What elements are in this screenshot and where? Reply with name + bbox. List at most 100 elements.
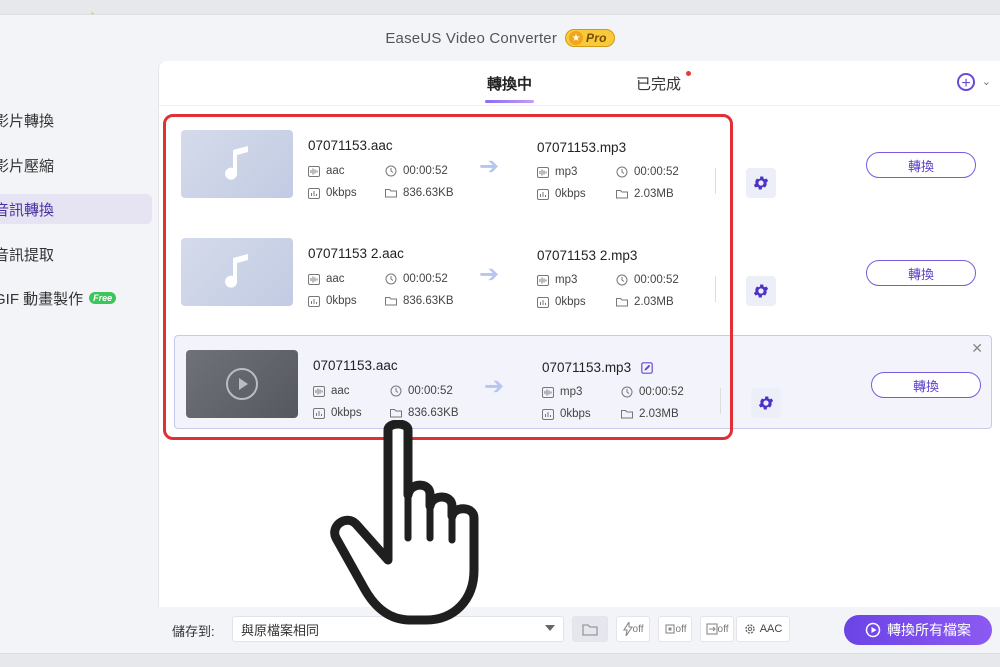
bitrate-value: 0kbps xyxy=(555,296,586,308)
bitrate-icon xyxy=(537,188,549,200)
folder-icon xyxy=(385,296,397,307)
convert-button[interactable]: 轉換 xyxy=(871,372,981,398)
divider xyxy=(715,168,716,194)
duration-value: 00:00:52 xyxy=(408,385,453,397)
folder-icon xyxy=(390,408,402,419)
duration-value: 00:00:52 xyxy=(634,166,679,178)
format-value: mp3 xyxy=(560,386,583,398)
tool-state: off xyxy=(632,623,644,635)
chevron-down-icon[interactable]: ⌄ xyxy=(982,75,991,88)
source-duration: 00:00:52 xyxy=(385,165,448,177)
sidebar-item-audio-convert[interactable]: 音訊轉換 xyxy=(0,194,152,224)
file-row[interactable]: 07071153 2.aac aac 00:00:52 0kbps 836.63… xyxy=(170,224,988,320)
sidebar-item-gif-maker[interactable]: GIF 動畫製作 Free xyxy=(0,283,152,313)
output-format[interactable]: mp3 xyxy=(537,166,577,178)
bitrate-icon xyxy=(537,296,549,308)
tab-converting[interactable]: 轉換中 xyxy=(484,73,535,103)
notification-dot xyxy=(686,71,691,76)
convert-label: 轉換 xyxy=(912,378,939,394)
size-value: 836.63KB xyxy=(408,407,459,419)
output-size: 2.03MB xyxy=(616,188,674,200)
play-icon[interactable] xyxy=(226,368,258,400)
output-bitrate: 0kbps xyxy=(537,188,586,200)
chip-icon xyxy=(664,624,675,634)
music-note-icon xyxy=(225,146,248,180)
file-row[interactable]: 07071153.aac aac 00:00:52 0kbps 836.63KB… xyxy=(174,335,992,429)
sidebar-item-video-compress[interactable]: 影片壓縮 xyxy=(0,150,152,180)
add-file-button[interactable]: + xyxy=(957,73,975,92)
tab-label: 已完成 xyxy=(636,76,682,93)
source-format: aac xyxy=(313,385,350,397)
source-filename: 07071153.aac xyxy=(308,138,393,153)
convert-label: 轉換 xyxy=(907,158,934,174)
arrow-right-icon: ➔ xyxy=(479,153,500,180)
clock-icon xyxy=(616,274,628,286)
gear-icon xyxy=(753,284,769,298)
folder-icon xyxy=(616,297,628,308)
output-filename-text: 07071153 2.mp3 xyxy=(537,248,638,263)
convert-button[interactable]: 轉換 xyxy=(866,260,976,286)
output-settings-button[interactable] xyxy=(751,388,781,418)
file-row[interactable]: 07071153.aac aac 00:00:52 0kbps 836.63KB… xyxy=(170,116,988,212)
clock-icon xyxy=(390,385,402,397)
output-bitrate: 0kbps xyxy=(542,408,591,420)
source-size: 836.63KB xyxy=(390,407,459,419)
edit-icon[interactable] xyxy=(641,362,653,374)
merge-icon xyxy=(705,623,718,635)
output-duration: 00:00:52 xyxy=(621,386,684,398)
source-duration: 00:00:52 xyxy=(385,273,448,285)
app-title: EaseUS Video Converter xyxy=(385,29,558,47)
folder-icon xyxy=(385,188,397,199)
output-settings-button[interactable] xyxy=(746,276,776,306)
hardware-accel-toggle[interactable]: off xyxy=(616,616,650,642)
close-icon[interactable]: ✕ xyxy=(971,340,983,357)
title-bar: EaseUS Video Converter ★ Pro xyxy=(0,15,1000,61)
convert-all-label: 轉換所有檔案 xyxy=(887,622,971,638)
divider xyxy=(715,276,716,302)
tab-bar: 轉換中 已完成 + ⌄ xyxy=(159,61,1000,106)
save-location-select[interactable]: 與原檔案相同 xyxy=(232,616,564,642)
open-folder-button[interactable] xyxy=(572,616,608,642)
file-thumbnail xyxy=(186,350,298,418)
folder-icon xyxy=(582,623,598,636)
pro-badge[interactable]: ★ Pro xyxy=(565,29,615,47)
audio-settings-button[interactable]: AAC xyxy=(736,616,790,642)
sidebar-item-label: GIF 動畫製作 xyxy=(0,290,84,308)
sidebar-item-video-convert[interactable]: 影片轉換 xyxy=(0,105,152,135)
save-location-value: 與原檔案相同 xyxy=(241,622,320,638)
file-thumbnail xyxy=(181,238,293,306)
folder-icon xyxy=(616,189,628,200)
sidebar-item-label: 音訊轉換 xyxy=(0,201,55,219)
sidebar: 影片轉換 影片壓縮 音訊轉換 音訊提取 GIF 動畫製作 Free xyxy=(0,61,158,653)
convert-icon xyxy=(865,622,881,638)
clock-icon xyxy=(616,166,628,178)
merge-toggle[interactable]: off xyxy=(700,616,734,642)
app-window: EaseUS Video Converter ★ Pro 影片轉換 影片壓縮 音… xyxy=(0,14,1000,654)
output-duration: 00:00:52 xyxy=(616,274,679,286)
output-filename: 07071153 2.mp3 xyxy=(537,248,637,263)
music-note-icon xyxy=(225,254,248,288)
convert-label: 轉換 xyxy=(907,266,934,282)
duration-value: 00:00:52 xyxy=(403,165,448,177)
sidebar-item-audio-extract[interactable]: 音訊提取 xyxy=(0,239,152,269)
convert-all-button[interactable]: 轉換所有檔案 xyxy=(844,615,992,645)
arrow-right-icon: ➔ xyxy=(479,261,500,288)
waveform-icon xyxy=(308,273,320,285)
divider xyxy=(720,388,721,414)
output-settings-button[interactable] xyxy=(746,168,776,198)
duration-value: 00:00:52 xyxy=(634,274,679,286)
tab-completed[interactable]: 已完成 xyxy=(636,73,681,103)
source-format: aac xyxy=(308,165,345,177)
gear-icon xyxy=(744,624,755,634)
save-to-label: 儲存到: xyxy=(172,624,215,639)
output-format[interactable]: mp3 xyxy=(542,386,582,398)
source-size: 836.63KB xyxy=(385,187,454,199)
size-value: 836.63KB xyxy=(403,295,454,307)
output-size: 2.03MB xyxy=(616,296,674,308)
convert-button[interactable]: 轉換 xyxy=(866,152,976,178)
gpu-toggle[interactable]: off xyxy=(658,616,692,642)
output-format[interactable]: mp3 xyxy=(537,274,577,286)
gear-icon xyxy=(758,396,774,410)
tab-label: 轉換中 xyxy=(487,76,533,93)
output-bitrate: 0kbps xyxy=(537,296,586,308)
